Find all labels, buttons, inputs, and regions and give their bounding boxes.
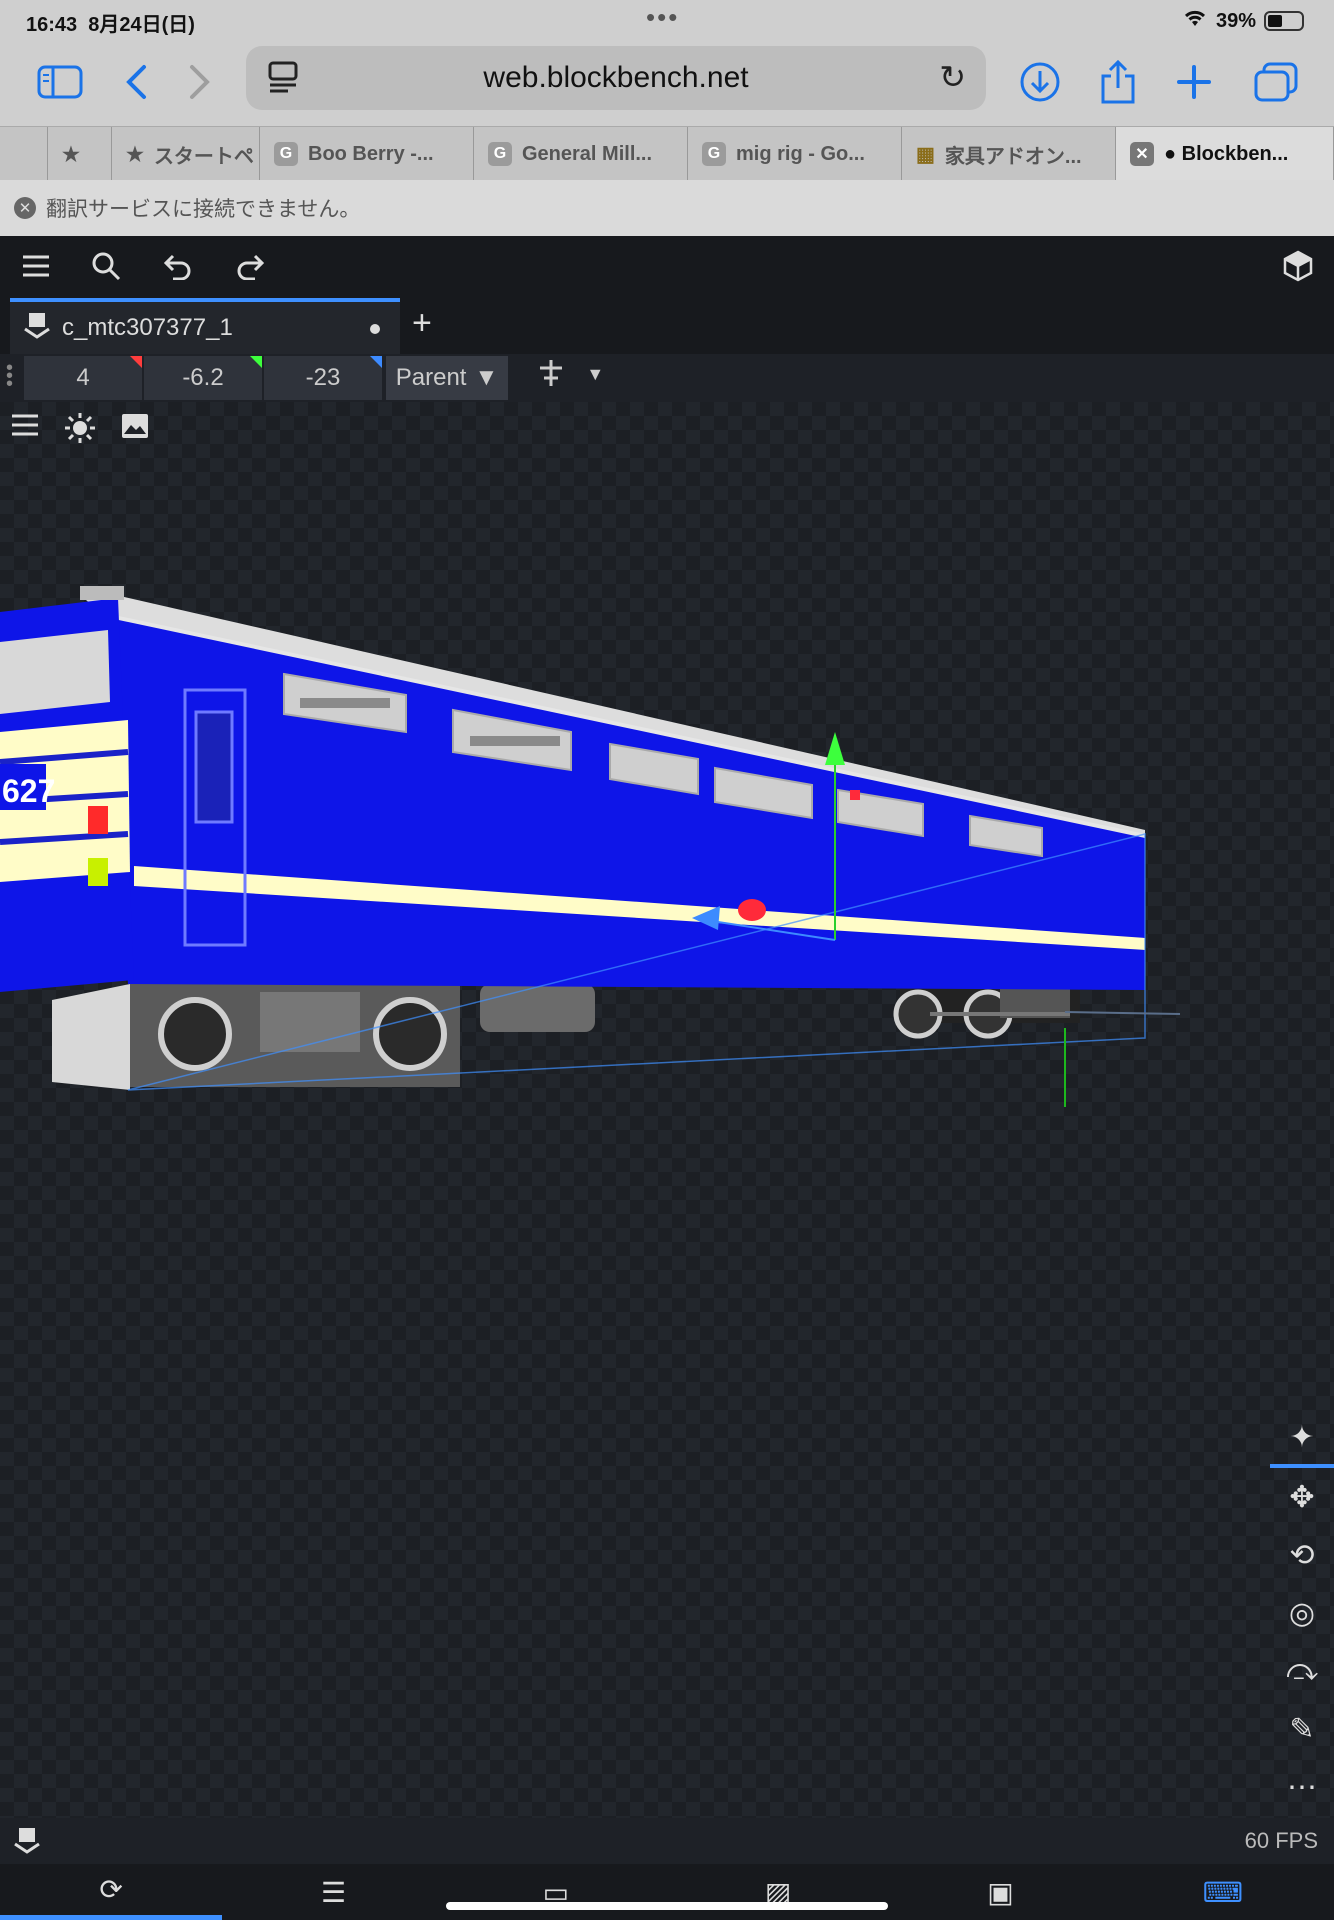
- target-icon: ◎: [1288, 1596, 1316, 1630]
- pivot-tool[interactable]: ▼: [536, 358, 604, 396]
- 3d-rotate-icon: ⟳: [99, 1874, 123, 1905]
- move-icon: ✥: [1289, 1480, 1315, 1514]
- train-number: 627: [2, 773, 55, 809]
- x-input[interactable]: 4: [24, 356, 142, 400]
- back-icon[interactable]: [108, 54, 164, 110]
- pivot-tool-side[interactable]: ◎: [1270, 1584, 1334, 1642]
- rotate-icon: ⟲: [1289, 1538, 1315, 1572]
- move-tool[interactable]: ✥: [1270, 1468, 1334, 1526]
- vertex-icon: ⤼: [1285, 1654, 1319, 1687]
- tool-sidebar: ✦ ✥ ⟲ ◎ ⤼ ✎ ⋯: [1270, 1410, 1334, 1816]
- tab-keyboard[interactable]: ⌨: [1112, 1864, 1334, 1920]
- app-header: [0, 236, 1334, 296]
- home-indicator[interactable]: [446, 1902, 888, 1910]
- status-footer: 60 FPS: [0, 1818, 1334, 1864]
- tab-storage[interactable]: ▭: [445, 1864, 667, 1920]
- tab-general-mills[interactable]: G General Mill...: [474, 127, 688, 181]
- resize-tool[interactable]: ⤼: [1270, 1642, 1334, 1700]
- caret-down-icon: ▼: [474, 364, 499, 391]
- fps-counter: 60 FPS: [1244, 1828, 1318, 1853]
- tab-blockbench[interactable]: ✕ ● Blockben...: [1116, 127, 1334, 181]
- close-icon[interactable]: ✕: [14, 197, 36, 219]
- translate-banner: ✕ 翻訳サービスに接続できません。: [0, 180, 1334, 236]
- train-model[interactable]: 627: [0, 402, 1334, 1818]
- status-right: 39%: [1182, 8, 1304, 34]
- browser-tabs: ★ ★ スタートペ G Boo Berry -... G General Mill..…: [0, 126, 1334, 181]
- minecraft-icon: ▦: [916, 143, 935, 166]
- tab-uv[interactable]: ▣: [889, 1864, 1111, 1920]
- brush-icon: ✎: [1289, 1712, 1315, 1746]
- file-tab[interactable]: c_mtc307377_1: [10, 298, 400, 354]
- reader-icon[interactable]: [266, 60, 300, 94]
- bogie-left: [130, 977, 595, 1087]
- tab-start-page[interactable]: ★ スタートペ: [112, 127, 260, 181]
- add-tab-button[interactable]: +: [412, 304, 432, 343]
- tab-furniture-addon[interactable]: ▦ 家具アドオン...: [902, 127, 1116, 181]
- file-name: c_mtc307377_1: [62, 314, 233, 341]
- status-time: 16:43 8月24日(日): [26, 14, 195, 36]
- reload-icon[interactable]: ↻: [939, 58, 966, 96]
- caret-down-icon: ▼: [586, 364, 605, 384]
- forward-icon[interactable]: [172, 54, 228, 110]
- rotate-tool[interactable]: ⟲: [1270, 1526, 1334, 1584]
- vertex-snap-tool[interactable]: ✦: [1270, 1410, 1334, 1468]
- 3d-viewport[interactable]: 627 ✦ ✥ ⟲ ◎ ⤼ ✎ ⋯: [0, 402, 1334, 1818]
- keyboard-icon: ⌨: [1202, 1876, 1244, 1908]
- status-bar: 16:43 8月24日(日) ••• 39%: [0, 0, 1334, 40]
- battery-percent: 39%: [1215, 9, 1256, 32]
- pivot-icon: [536, 360, 574, 395]
- share-icon[interactable]: [1090, 54, 1146, 110]
- file-tabs: c_mtc307377_1 +: [0, 296, 1334, 354]
- close-tab-icon[interactable]: ✕: [1130, 142, 1154, 166]
- undo-icon[interactable]: [158, 246, 198, 286]
- model-icon: [14, 1826, 40, 1860]
- space-select[interactable]: Parent ▼: [386, 356, 508, 400]
- star-icon: ★: [126, 143, 144, 166]
- new-tab-icon[interactable]: [1166, 54, 1222, 110]
- translate-message: 翻訳サービスに接続できません。: [46, 198, 361, 221]
- unsaved-dot: [370, 324, 380, 334]
- drag-handle-icon[interactable]: • • •: [6, 358, 13, 394]
- z-input[interactable]: -23: [264, 356, 382, 400]
- more-tools[interactable]: ⋯: [1270, 1758, 1334, 1816]
- star-icon: ★: [62, 143, 80, 166]
- tabs-icon[interactable]: [1248, 54, 1304, 110]
- more-icon: ⋯: [1287, 1770, 1317, 1804]
- download-icon[interactable]: [1012, 54, 1068, 110]
- url-text: web.blockbench.net: [483, 61, 749, 94]
- url-bar[interactable]: web.blockbench.net ↻: [246, 46, 986, 110]
- battery-icon: [1264, 11, 1304, 31]
- google-icon: G: [702, 142, 726, 166]
- tab-mig-rig[interactable]: Gmig rig - Go...: [688, 127, 902, 181]
- paint-tool[interactable]: ✎: [1270, 1700, 1334, 1758]
- sidebar-icon[interactable]: [32, 54, 88, 110]
- multitask-dots[interactable]: •••: [646, 2, 679, 33]
- list-icon: ☰: [320, 1876, 347, 1908]
- bogie-right: [893, 985, 1080, 1039]
- snap-icon: ✦: [1289, 1420, 1315, 1454]
- google-icon: G: [274, 142, 298, 166]
- tab-textures[interactable]: ▨: [667, 1864, 889, 1920]
- transform-toolbar: • • • 4 -6.2 -23 Parent ▼ ▼: [0, 354, 1334, 402]
- cube-icon[interactable]: [1278, 246, 1318, 286]
- tab-3d-view[interactable]: ⟳: [0, 1864, 223, 1920]
- y-input[interactable]: -6.2: [144, 356, 262, 400]
- tab-boo-berry[interactable]: G Boo Berry -...: [260, 127, 474, 181]
- model-icon: [24, 311, 50, 346]
- mobile-panel-bar: ⟳ ☰ ▭ ▨ ▣ ⌨: [0, 1864, 1334, 1920]
- menu-icon[interactable]: [16, 246, 56, 286]
- wifi-icon: [1182, 8, 1208, 34]
- redo-icon[interactable]: [230, 246, 270, 286]
- uv-icon: ▣: [987, 1876, 1014, 1908]
- browser-toolbar: web.blockbench.net ↻: [0, 40, 1334, 126]
- search-icon[interactable]: [86, 246, 126, 286]
- tab-favorites[interactable]: ★: [48, 127, 112, 181]
- tab-blank[interactable]: [0, 127, 48, 181]
- google-icon: G: [488, 142, 512, 166]
- tab-outliner[interactable]: ☰: [222, 1864, 444, 1920]
